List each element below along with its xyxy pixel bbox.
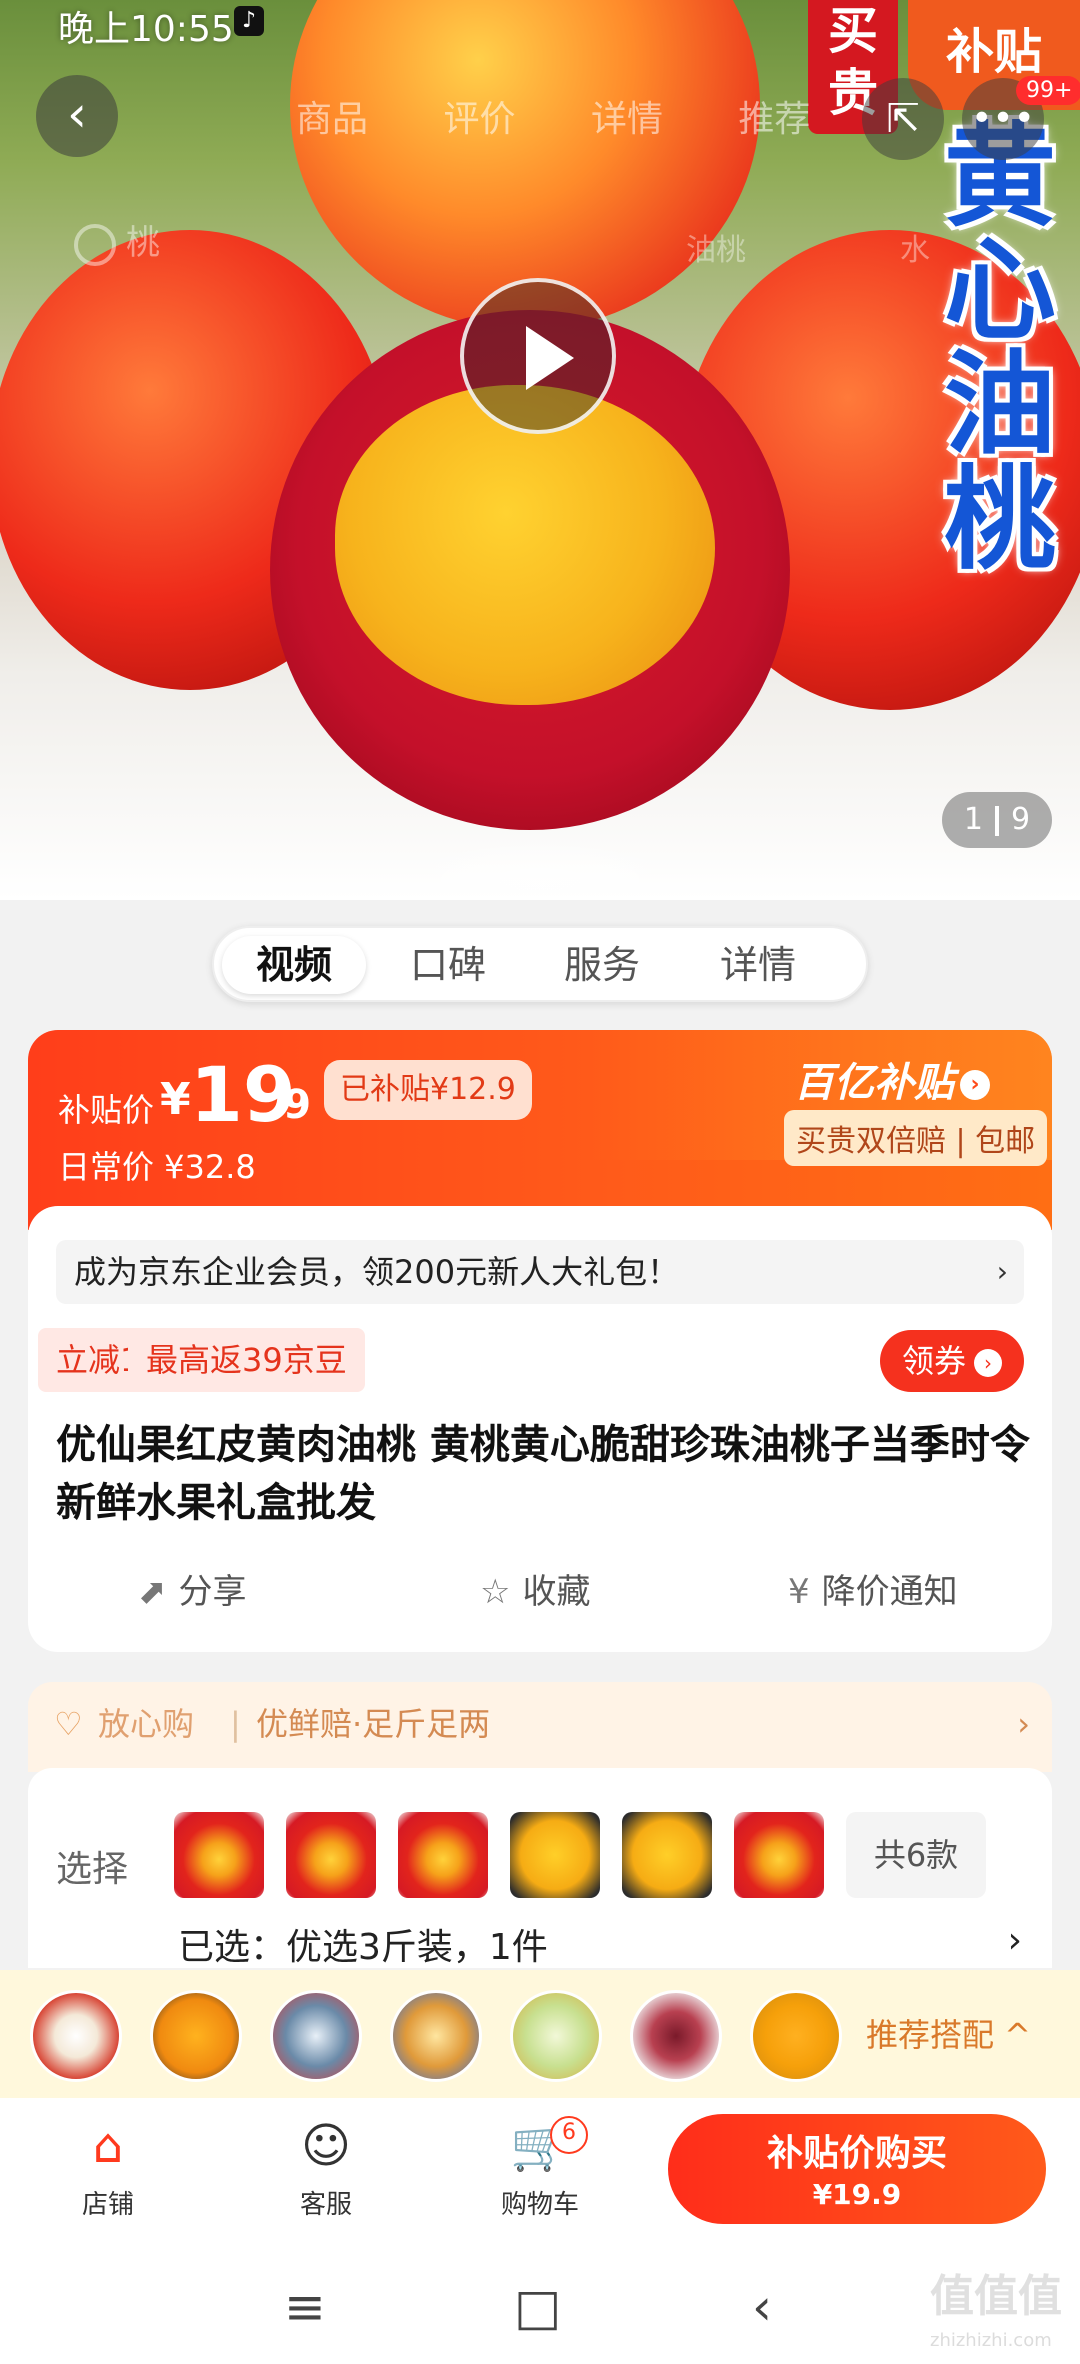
- status-time: 晚上10:55: [58, 9, 234, 50]
- guarantee-badge: 买贵双倍赔 | 包邮: [784, 1110, 1048, 1166]
- tab-video[interactable]: 视频: [222, 936, 367, 994]
- hero-side-title: 黄心油桃: [944, 112, 1056, 585]
- get-coupon-button[interactable]: 领券 ›: [880, 1330, 1024, 1392]
- home-icon[interactable]: □: [514, 2278, 561, 2336]
- price-banner: 补贴价 ¥ 19 .9 已补贴¥12.9 日常价 ¥32.8 百亿补贴 › 买贵双…: [28, 1030, 1052, 1230]
- share-label: 分享: [178, 1572, 247, 1612]
- brand-subsidy-text: 百亿补贴: [794, 1060, 954, 1106]
- assurance-detail: 优鲜赔·足斤足两: [256, 1705, 491, 1743]
- price-alert-label: 降价通知: [821, 1572, 958, 1612]
- recommend-item-box-2[interactable]: [390, 1990, 482, 2082]
- favorite-label: 收藏: [522, 1572, 591, 1612]
- coupon-label: 领券: [901, 1342, 966, 1380]
- subsidized-amount-badge: 已补贴¥12.9: [324, 1060, 532, 1120]
- shop-label: 店铺: [81, 2190, 134, 2220]
- variant-thumb-5[interactable]: [622, 1812, 712, 1898]
- search-hint-2: 油桃: [686, 233, 746, 268]
- watermark-url: zhizhizhi.com: [930, 2330, 1052, 2351]
- pager-current: 1: [963, 802, 983, 837]
- tab-reputation[interactable]: 口碑: [410, 936, 486, 994]
- cart-count-badge: 6: [550, 2116, 588, 2154]
- top-tab-goods[interactable]: 商品: [296, 99, 368, 140]
- variant-thumb-4[interactable]: [510, 1812, 600, 1898]
- currency-symbol: ¥: [160, 1074, 191, 1125]
- recommend-item-lychee[interactable]: [30, 1990, 122, 2082]
- chevron-right-icon: ›: [1007, 1920, 1022, 1961]
- pager-total: 9: [1011, 802, 1031, 837]
- recommend-item-cherry[interactable]: [630, 1990, 722, 2082]
- service-icon: ☺: [300, 2118, 352, 2174]
- variant-thumb-1[interactable]: [174, 1812, 264, 1898]
- search-hint-3: 水: [900, 233, 930, 268]
- system-navigation-bar: ≡ □ ‹: [0, 2250, 1080, 2364]
- subsidy-buy-button[interactable]: 补贴价购买 ¥19.9: [668, 2114, 1046, 2224]
- recommend-combo-toggle[interactable]: 推荐搭配 ^: [866, 2010, 1031, 2056]
- star-icon: ☆: [480, 1572, 511, 1612]
- variant-thumb-3[interactable]: [398, 1812, 488, 1898]
- chevron-right-icon: ›: [996, 1255, 1008, 1288]
- price-alert-button[interactable]: ¥ 降价通知: [788, 1564, 958, 1613]
- top-tab-reviews[interactable]: 评价: [443, 99, 515, 140]
- product-actions: ⬈ 分享 ☆ 收藏 ¥ 降价通知: [28, 1556, 1052, 1616]
- tiktok-icon: ♪: [234, 6, 264, 36]
- share-button[interactable]: ⬈ 分享: [138, 1564, 247, 1613]
- chevron-right-icon: ›: [1017, 1705, 1030, 1743]
- share-icon: ⬈: [138, 1572, 167, 1612]
- recommend-item-pear[interactable]: [510, 1990, 602, 2082]
- variant-thumb-2[interactable]: [286, 1812, 376, 1898]
- cart-label: 购物车: [500, 2190, 579, 2220]
- selected-variant: 已选：优选3斤装，1件: [178, 1927, 548, 1968]
- top-tab-nav: 商品 评价 详情 推荐: [296, 90, 874, 142]
- tab-details[interactable]: 详情: [720, 936, 796, 994]
- cart-button[interactable]: 🛒 6 购物车: [480, 2116, 600, 2221]
- buy-button-label: 补贴价购买: [766, 2133, 947, 2174]
- heart-icon: ♡: [54, 1705, 83, 1743]
- variant-select-card[interactable]: 选择 共6款 已选：优选3斤装，1件 ›: [28, 1768, 1052, 1968]
- service-label: 客服: [299, 2190, 352, 2220]
- member-promo-text: 成为京东企业会员，领200元新人大礼包！: [74, 1253, 680, 1291]
- recommend-strip: 推荐搭配 ^: [0, 1970, 1080, 2098]
- buy-button-price: ¥19.9: [812, 2178, 902, 2211]
- image-pager: 19: [942, 792, 1052, 848]
- recommend-item-mango[interactable]: [150, 1990, 242, 2082]
- chevron-right-icon: ›: [960, 1070, 990, 1100]
- tab-service[interactable]: 服务: [564, 936, 640, 994]
- shop-icon: ⌂: [92, 2118, 124, 2174]
- share-icon[interactable]: ⇱: [862, 78, 944, 160]
- recommend-item-box-1[interactable]: [270, 1990, 362, 2082]
- jingdou-tag: 最高返39京豆: [128, 1328, 365, 1392]
- favorite-button[interactable]: ☆ 收藏: [480, 1564, 590, 1613]
- watermark: 值值值: [930, 2271, 1062, 2322]
- message-badge: 99+: [1016, 76, 1080, 105]
- subsidy-price-label: 补贴价: [58, 1091, 155, 1129]
- chevron-right-icon: ›: [974, 1349, 1002, 1377]
- product-title: 优仙果红皮黄肉油桃 黄桃黄心脆甜珍珠油桃子当季时令新鲜水果礼盒批发: [56, 1422, 1030, 1526]
- search-hint: 桃: [74, 215, 160, 266]
- member-promo-bar[interactable]: 成为京东企业会员，领200元新人大礼包！ ›: [56, 1240, 1024, 1304]
- select-label: 选择: [56, 1849, 129, 1890]
- assurance-label: 放心购: [98, 1705, 195, 1743]
- shop-button[interactable]: ⌂ 店铺: [48, 2116, 168, 2221]
- brand-subsidy-link[interactable]: 百亿补贴 ›: [794, 1050, 990, 1108]
- menu-icon[interactable]: ≡: [284, 2278, 326, 2336]
- search-hint-text: 桃: [126, 223, 160, 263]
- top-tab-recommend[interactable]: 推荐: [738, 99, 810, 140]
- back-icon[interactable]: ‹: [752, 2278, 772, 2336]
- back-button[interactable]: ‹: [36, 75, 118, 157]
- variant-thumb-6[interactable]: [734, 1812, 824, 1898]
- assurance-bar[interactable]: ♡ 放心购 | 优鲜赔·足斤足两 ›: [28, 1682, 1052, 1772]
- product-info-card: 成为京东企业会员，领200元新人大礼包！ › 立减1 最高返39京豆 领券 › 优…: [28, 1206, 1052, 1652]
- customer-service-button[interactable]: ☺ 客服: [266, 2116, 386, 2221]
- price-decimal: .9: [268, 1082, 312, 1128]
- media-tabs: 视频 口碑 服务 详情: [212, 926, 868, 1002]
- play-video-button[interactable]: [460, 278, 616, 434]
- variant-count[interactable]: 共6款: [846, 1812, 986, 1898]
- bottom-action-bar: ⌂ 店铺 ☺ 客服 🛒 6 购物车 补贴价购买 ¥19.9: [0, 2098, 1080, 2250]
- yen-circle-icon: ¥: [788, 1572, 810, 1612]
- search-icon: [74, 223, 116, 266]
- top-tab-details[interactable]: 详情: [591, 99, 663, 140]
- recommend-item-fruit[interactable]: [750, 1990, 842, 2082]
- daily-price: 日常价 ¥32.8: [58, 1148, 256, 1186]
